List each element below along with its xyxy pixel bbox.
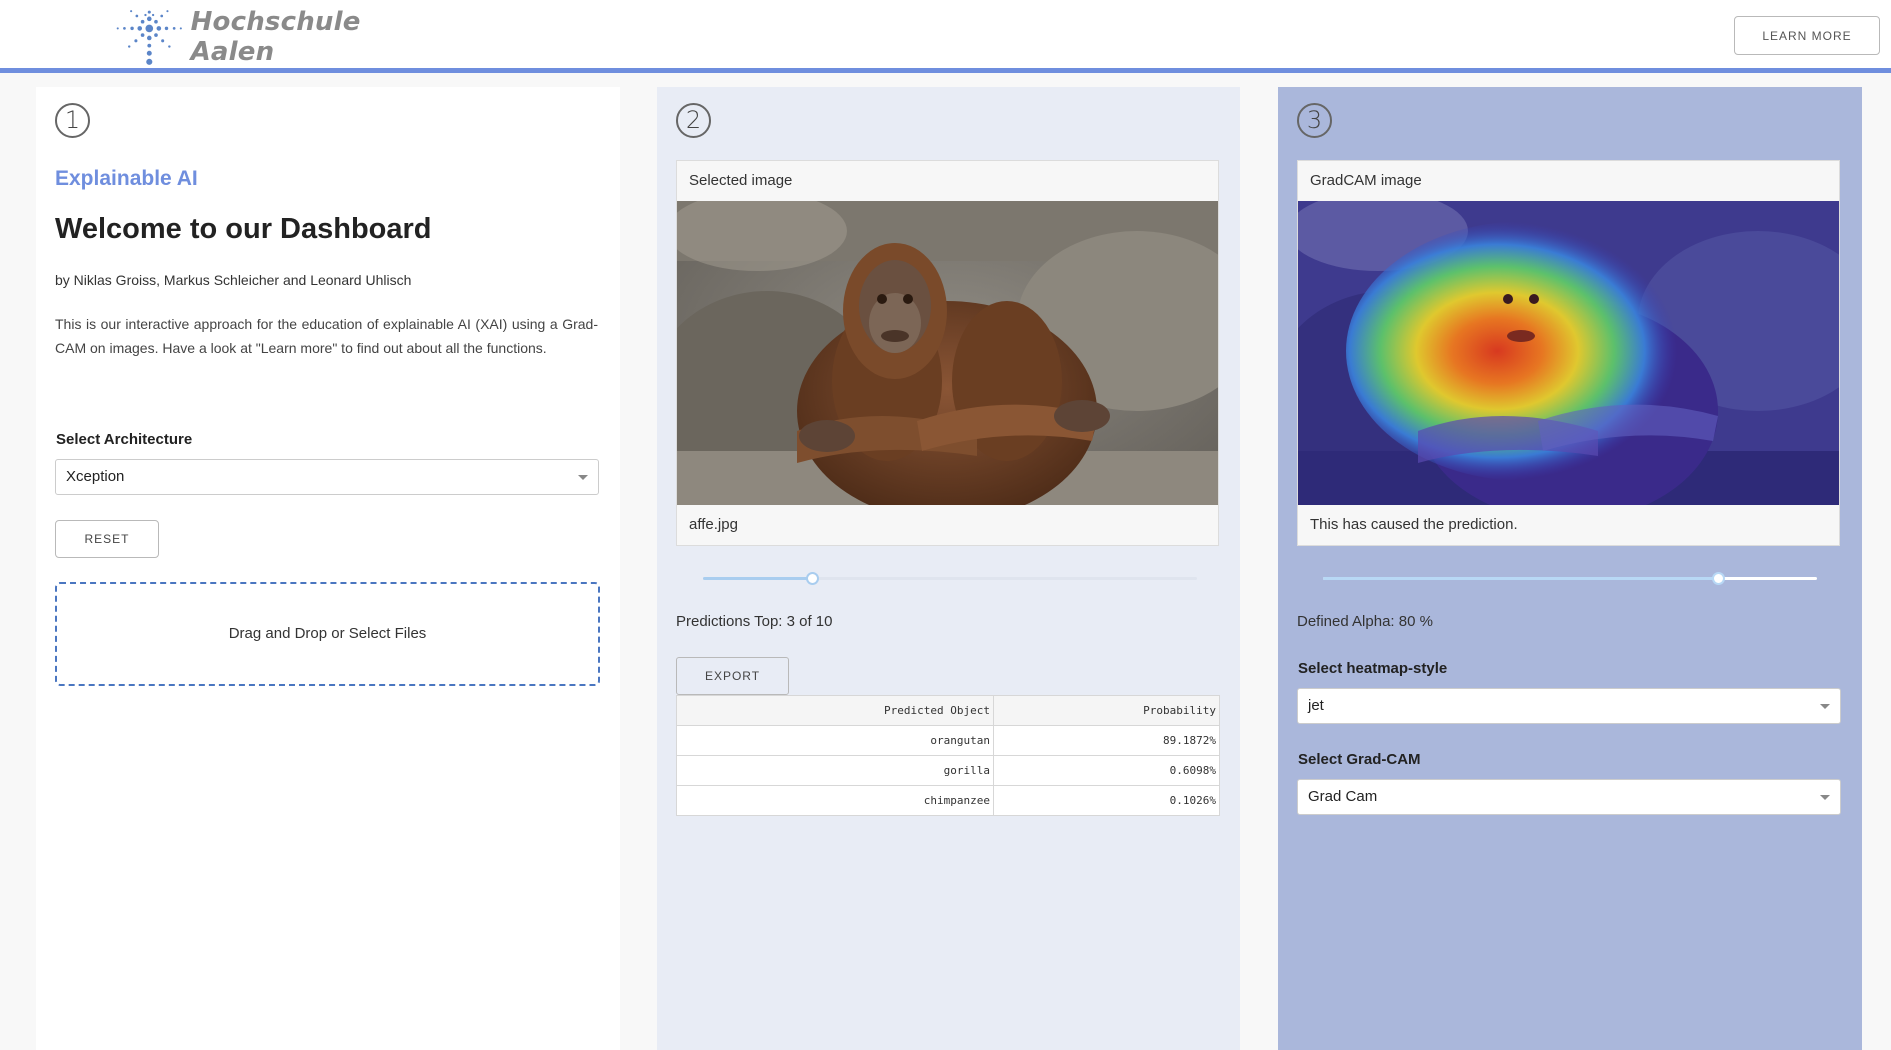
- page-title: Welcome to our Dashboard: [55, 213, 432, 245]
- panel-upload: 1 Explainable AI Welcome to our Dashboar…: [36, 87, 620, 1050]
- heatmap-style-label: Select heatmap-style: [1298, 660, 1448, 677]
- file-dropzone[interactable]: Drag and Drop or Select Files: [55, 582, 600, 686]
- table-header-row: Predicted Object Probability: [676, 695, 1220, 726]
- cell-probability: 89.1872%: [993, 725, 1220, 756]
- learn-more-button[interactable]: LEARN MORE: [1734, 16, 1880, 55]
- step-number-3: 3: [1297, 103, 1332, 138]
- cell-object: chimpanzee: [676, 785, 994, 816]
- chevron-down-icon: [1820, 704, 1830, 709]
- gradcam-label: Select Grad-CAM: [1298, 751, 1421, 768]
- gradcam-image-card: GradCAM image This has caused the predic…: [1297, 160, 1840, 546]
- predictions-count-text: Predictions Top: 3 of 10: [676, 613, 833, 630]
- table-row[interactable]: gorilla 0.6098%: [676, 755, 1220, 786]
- slider-thumb[interactable]: [805, 572, 819, 585]
- reset-button[interactable]: RESET: [55, 520, 159, 558]
- selected-image-card: Selected image affe.jpg: [676, 160, 1219, 546]
- gradcam-select[interactable]: Grad Cam: [1297, 779, 1841, 815]
- authors-text: by Niklas Groiss, Markus Schleicher and …: [55, 272, 412, 288]
- cell-probability: 0.6098%: [993, 755, 1220, 786]
- university-logo[interactable]: Hochschule Aalen: [112, 6, 442, 68]
- slider-fill: [703, 577, 812, 580]
- column-header-object[interactable]: Predicted Object: [676, 695, 994, 726]
- cell-probability: 0.1026%: [993, 785, 1220, 816]
- gradcam-image: [1298, 201, 1839, 505]
- cell-object: orangutan: [676, 725, 994, 756]
- selected-image: [677, 201, 1218, 505]
- gradcam-value: Grad Cam: [1308, 788, 1378, 805]
- slider-fill: [1323, 577, 1719, 580]
- card-title: GradCAM image: [1310, 172, 1422, 189]
- top-n-slider[interactable]: [703, 570, 1197, 586]
- card-title: Selected image: [689, 172, 793, 189]
- step-number-2: 2: [676, 103, 711, 138]
- step-number-1: 1: [55, 103, 90, 138]
- architecture-select[interactable]: Xception: [55, 459, 599, 495]
- heatmap-style-value: jet: [1308, 697, 1324, 714]
- starburst-logo-icon: [116, 10, 182, 65]
- table-row[interactable]: orangutan 89.1872%: [676, 725, 1220, 756]
- chevron-down-icon: [578, 475, 588, 480]
- gradcam-caption: This has caused the prediction.: [1310, 516, 1518, 533]
- alpha-value-text: Defined Alpha: 80 %: [1297, 613, 1433, 630]
- predictions-table: Predicted Object Probability orangutan 8…: [676, 695, 1220, 816]
- architecture-label: Select Architecture: [56, 431, 193, 448]
- panel-gradcam: 3 GradCAM image This has caused the pred…: [1278, 87, 1862, 1050]
- image-filename: affe.jpg: [689, 516, 738, 533]
- section-subtitle: Explainable AI: [55, 167, 198, 190]
- cell-object: gorilla: [676, 755, 994, 786]
- alpha-slider[interactable]: [1323, 570, 1817, 586]
- table-row[interactable]: chimpanzee 0.1026%: [676, 785, 1220, 816]
- heatmap-style-select[interactable]: jet: [1297, 688, 1841, 724]
- panel-predictions: 2 Selected image affe.jpg Predictions To…: [657, 87, 1240, 1050]
- logo-text: Hochschule Aalen: [190, 7, 361, 67]
- column-header-probability[interactable]: Probability: [993, 695, 1220, 726]
- top-header: Hochschule Aalen LEARN MORE: [0, 0, 1891, 73]
- chevron-down-icon: [1820, 795, 1830, 800]
- slider-thumb[interactable]: [1712, 572, 1726, 585]
- architecture-value: Xception: [66, 468, 125, 485]
- intro-paragraph: This is our interactive approach for the…: [55, 316, 598, 356]
- export-button[interactable]: EXPORT: [676, 657, 789, 695]
